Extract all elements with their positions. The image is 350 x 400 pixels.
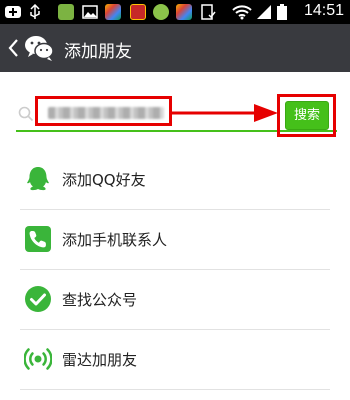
usb-icon <box>30 4 40 19</box>
image-icon <box>82 5 98 19</box>
menu-list: 添加QQ好友 添加手机联系人 查找公众号 雷达加朋友 <box>0 150 350 390</box>
search-button[interactable]: 搜索 <box>285 101 329 130</box>
menu-item-label: 添加QQ好友 <box>62 171 146 189</box>
signal-icon <box>257 5 271 19</box>
divider <box>20 389 330 390</box>
check-circle-icon <box>25 286 51 312</box>
search-area: 搜索 <box>0 72 350 150</box>
menu-item-add-phone-contact[interactable]: 添加手机联系人 <box>0 210 350 270</box>
title-bar: 添加朋友 <box>0 24 350 72</box>
menu-item-label: 查找公众号 <box>62 291 138 309</box>
app-icon <box>58 4 74 20</box>
page-title: 添加朋友 <box>64 42 132 62</box>
arrow-right-icon <box>170 104 278 122</box>
wifi-icon <box>232 5 252 20</box>
phone-icon <box>25 226 51 252</box>
radar-icon <box>24 348 52 370</box>
wechat-logo-icon <box>25 36 54 61</box>
checklist-icon <box>201 4 216 20</box>
qq-icon <box>27 167 49 191</box>
menu-item-radar-add-friend[interactable]: 雷达加朋友 <box>0 330 350 390</box>
menu-item-label: 添加手机联系人 <box>62 231 168 249</box>
annotation-box-input <box>35 96 172 126</box>
menu-item-add-qq-friend[interactable]: 添加QQ好友 <box>0 150 350 210</box>
app-icon <box>153 4 169 20</box>
screen: 14:51 添加朋友 搜索 添加QQ好友 添加手机联系人 查找公众号 雷达加朋友 <box>0 0 350 400</box>
back-button[interactable] <box>6 36 20 60</box>
search-icon <box>18 106 34 122</box>
app-icon <box>130 4 146 20</box>
chevron-left-icon <box>8 39 18 57</box>
battery-icon <box>277 4 287 20</box>
app-icon <box>176 4 192 20</box>
app-icon <box>105 4 121 20</box>
menu-item-label: 雷达加朋友 <box>62 351 138 369</box>
notification-icon <box>5 6 21 18</box>
menu-item-find-official-account[interactable]: 查找公众号 <box>0 270 350 330</box>
status-bar: 14:51 <box>0 0 350 24</box>
status-time: 14:51 <box>303 2 344 19</box>
